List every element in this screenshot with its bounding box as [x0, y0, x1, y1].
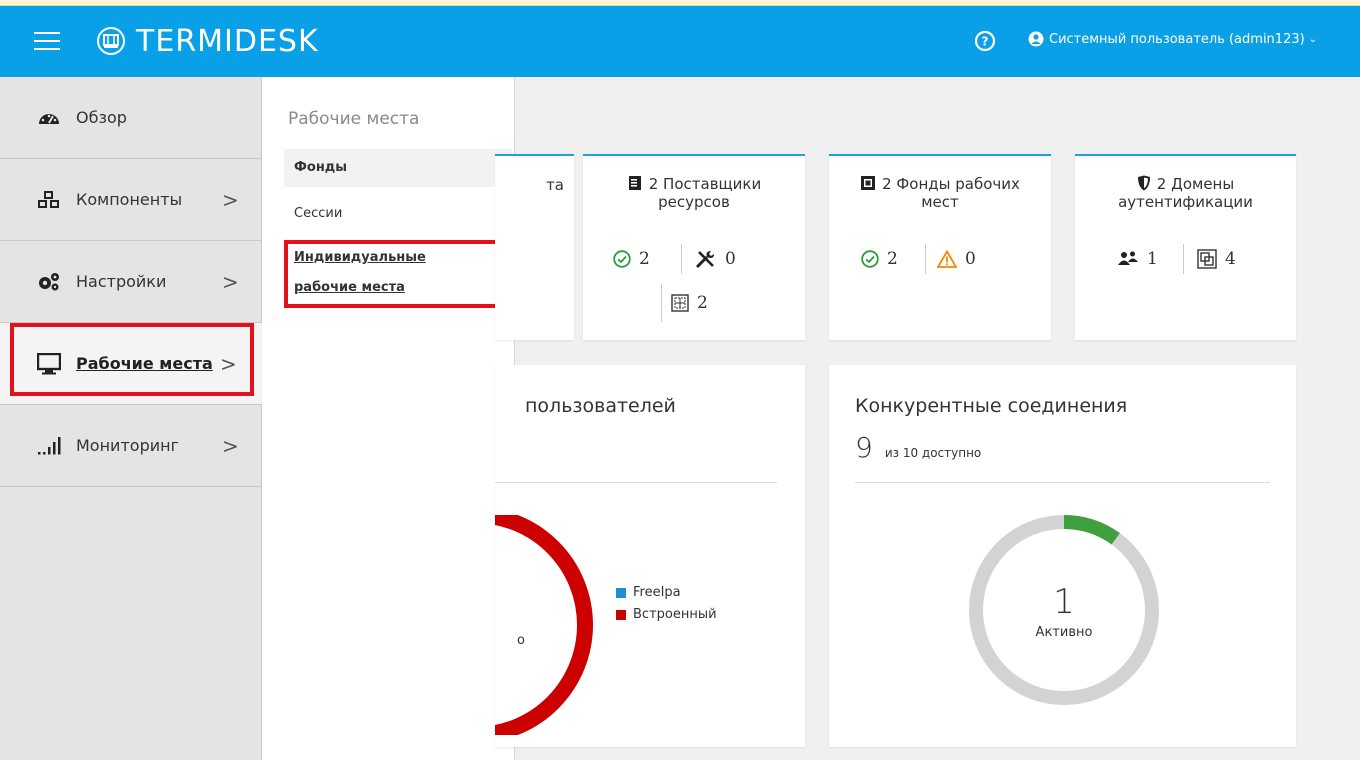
panel-connections: Конкурентные соединения 9 из 10 доступно…: [829, 365, 1296, 747]
connections-count-value: 9: [855, 431, 873, 464]
card-title: 2 Фонды рабочих мест: [829, 175, 1051, 211]
card-title: 2 Домены аутентификации: [1118, 175, 1253, 211]
app-logo[interactable]: TERMIDESK: [96, 23, 319, 59]
panel-users: пользователей о FreeIpa Встроенный: [495, 365, 805, 747]
server-icon: [628, 176, 641, 190]
top-header: TERMIDESK ? Системный пользователь (admi…: [0, 6, 1360, 77]
active-label: Активно: [1035, 625, 1093, 640]
dashboard-icon: [36, 107, 62, 129]
svg-text:?: ?: [982, 35, 989, 49]
sidebar: Обзор Компоненты > Настройки > Рабочие м…: [0, 77, 262, 760]
legend-item-builtin[interactable]: Встроенный: [616, 607, 717, 622]
shield-icon: [1137, 175, 1150, 191]
user-menu[interactable]: Системный пользователь (admin123) ⌄: [1028, 31, 1317, 47]
submenu-title: Рабочие места: [288, 109, 420, 129]
menu-hamburger-icon[interactable]: [34, 32, 60, 52]
donut-segment-builtin: [495, 515, 593, 735]
sidebar-item-monitoring[interactable]: Мониторинг >: [0, 405, 262, 487]
gears-icon: [36, 271, 62, 293]
sidebar-item-label: Компоненты: [76, 190, 183, 209]
donut-center-label: о: [517, 633, 525, 648]
card-workplace-pools[interactable]: 2 Фонды рабочих мест 2 0: [829, 154, 1051, 340]
submenu-item-sessions[interactable]: Сессии: [284, 197, 512, 231]
tools-icon: [695, 251, 714, 269]
submenu-item-pools[interactable]: Фонды: [284, 149, 512, 187]
legend-swatch: [616, 609, 626, 620]
card-resource-providers[interactable]: 2 Поставщики ресурсов 2 0 2: [583, 154, 805, 340]
panel-title: Конкурентные соединения: [855, 395, 1128, 417]
stat-ok: 2: [861, 249, 898, 269]
connections-count-suffix: из 10 доступно: [884, 446, 982, 460]
chevron-down-icon: ⌄: [1308, 33, 1318, 45]
grid-box-icon: [671, 294, 689, 312]
divider: [855, 482, 1270, 483]
logo-icon: [97, 27, 125, 55]
divider: [681, 244, 682, 274]
check-circle-icon: [861, 250, 879, 268]
sidebar-item-overview[interactable]: Обзор: [0, 77, 262, 159]
divider: [1183, 244, 1184, 274]
warning-icon: [937, 250, 957, 268]
card-partial-title: та: [546, 176, 564, 194]
sidebar-item-label: Мониторинг: [76, 436, 179, 455]
user-avatar-icon: [1028, 31, 1044, 47]
stat-ok: 2: [613, 249, 650, 269]
submenu-workplaces: Рабочие места Фонды Сессии Индивидуальны…: [262, 77, 515, 760]
signal-bars-icon: [36, 435, 62, 457]
logo-text: TERMIDESK: [136, 23, 319, 59]
sidebar-item-settings[interactable]: Настройки >: [0, 241, 262, 323]
highlight-box-individual: [284, 240, 511, 308]
panel-title: пользователей: [525, 395, 676, 417]
stat-users: 1: [1117, 249, 1158, 269]
sidebar-item-label: Обзор: [76, 108, 127, 127]
card-auth-domains[interactable]: 2 Домены аутентификации 1 4: [1075, 154, 1296, 340]
chip-icon: [861, 176, 876, 190]
chevron-right-icon: >: [222, 433, 239, 458]
nested-box-icon: [1197, 249, 1217, 269]
help-icon[interactable]: ?: [974, 30, 996, 52]
legend-item-freeipa[interactable]: FreeIpa: [616, 585, 681, 600]
check-circle-icon: [613, 250, 631, 268]
sidebar-item-components[interactable]: Компоненты >: [0, 159, 262, 241]
divider: [661, 284, 662, 322]
connections-count: 9 из 10 доступно: [855, 431, 981, 464]
highlight-box-workplaces: [10, 323, 254, 396]
chevron-right-icon: >: [222, 269, 239, 294]
divider: [495, 482, 777, 483]
stat-other: 4: [1197, 249, 1236, 269]
active-value: 1: [1053, 582, 1075, 622]
dashboard-main: та 2 Поставщики ресурсов 2 0 2 2 Фонды р…: [495, 77, 1360, 760]
legend-swatch: [616, 587, 626, 598]
card-title: 2 Поставщики ресурсов: [583, 175, 805, 211]
divider: [925, 244, 926, 274]
stat-other: 2: [671, 293, 708, 313]
user-name: Системный пользователь (admin123): [1049, 31, 1305, 47]
stat-maintenance: 0: [695, 249, 736, 269]
stat-warning: 0: [937, 249, 976, 269]
cubes-icon: [36, 189, 62, 211]
sidebar-item-label: Настройки: [76, 272, 167, 291]
chevron-right-icon: >: [222, 187, 239, 212]
card-partial: та: [495, 154, 574, 340]
users-icon: [1118, 251, 1138, 265]
users-donut-chart: [495, 515, 593, 735]
